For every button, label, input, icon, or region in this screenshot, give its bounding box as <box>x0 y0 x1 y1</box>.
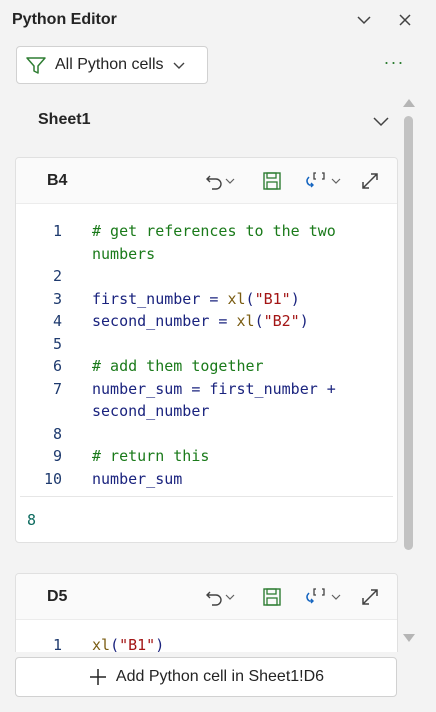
python-cell-card-b4: B4 1 # get references to the two numbers 2 3… <box>15 157 398 543</box>
save-button[interactable] <box>262 586 282 608</box>
output-divider <box>20 496 393 497</box>
code-token: ( <box>245 289 255 308</box>
code-editor[interactable]: 1 # get references to the two numbers 2 3 fir… <box>16 204 397 494</box>
python-cell-card-d5: D5 1 xl("B1") <box>15 573 398 652</box>
add-python-cell-button[interactable]: Add Python cell in Sheet1!D6 <box>15 657 397 697</box>
line-number: 9 <box>52 447 62 465</box>
save-icon <box>263 172 281 190</box>
line-number: 10 <box>43 469 62 488</box>
save-icon <box>263 588 281 606</box>
code-token: "B1" <box>119 636 156 652</box>
panel-title: Python Editor <box>12 11 117 28</box>
more-options-button[interactable]: ··· <box>380 52 408 76</box>
undo-icon <box>206 591 222 606</box>
code-line: # add them together <box>92 357 264 375</box>
code-line: xl("B1") <box>92 636 164 652</box>
chevron-down-icon <box>331 594 341 600</box>
expand-button[interactable] <box>360 170 380 192</box>
chevron-down-icon <box>357 16 371 25</box>
chevron-down-icon <box>225 178 235 184</box>
scroll-down-arrow[interactable] <box>403 634 415 642</box>
cell-reference: B4 <box>47 172 68 189</box>
filter-label: All Python cells <box>55 56 164 73</box>
undo-button[interactable] <box>204 586 236 608</box>
output-type-icon <box>306 588 325 604</box>
code-token: second_number <box>92 402 210 420</box>
code-token: ) <box>290 289 300 308</box>
code-line: first_number = xl("B1") <box>92 290 300 308</box>
close-panel-button[interactable] <box>395 10 415 30</box>
vertical-scrollbar[interactable] <box>400 96 416 652</box>
expand-icon <box>362 173 378 189</box>
code-token: "B1" <box>254 289 291 308</box>
code-token: ) <box>299 312 309 330</box>
code-token: second_number = <box>92 312 237 330</box>
chevron-down-icon <box>225 594 235 600</box>
scroll-up-arrow[interactable] <box>403 99 415 107</box>
code-token: # get references to the two <box>92 222 336 240</box>
line-number: 2 <box>52 267 62 285</box>
code-token: ) <box>155 636 165 652</box>
expand-icon <box>362 589 378 605</box>
add-python-cell-label: Add Python cell in Sheet1!D6 <box>115 668 325 685</box>
plus-icon <box>89 669 106 685</box>
line-number: 8 <box>52 424 62 443</box>
cells-scroll-area: Sheet1 B4 1 # get references to the two nu… <box>0 96 436 652</box>
line-number: 4 <box>52 312 62 330</box>
sheet-group-header[interactable]: Sheet1 <box>16 106 396 134</box>
chevron-down-icon <box>173 62 184 69</box>
code-token: number_sum <box>92 469 183 488</box>
close-icon <box>399 14 411 26</box>
expand-button[interactable] <box>360 586 380 608</box>
chevron-down-icon <box>373 117 389 127</box>
code-line: # get references to the two <box>92 222 336 240</box>
panel-header: Python Editor <box>0 0 436 40</box>
line-number: 1 <box>52 222 62 240</box>
code-token: xl <box>236 312 255 330</box>
code-line: second_number <box>92 402 209 420</box>
collapse-panel-button[interactable] <box>354 10 374 30</box>
code-line: number_sum <box>92 470 182 488</box>
cell-reference: D5 <box>47 588 68 605</box>
chevron-down-icon <box>331 178 341 184</box>
output-type-button[interactable] <box>304 170 342 192</box>
output-type-button[interactable] <box>304 586 342 608</box>
undo-button[interactable] <box>204 170 236 192</box>
code-line: numbers <box>92 245 155 263</box>
cell-result-value: 8 <box>27 511 37 529</box>
code-token: number_sum = first_number + <box>92 379 336 398</box>
code-line: number_sum = first_number + <box>92 380 336 398</box>
cell-header: B4 <box>16 158 397 204</box>
scrollbar-thumb[interactable] <box>404 116 413 550</box>
code-token: # return this <box>92 447 210 465</box>
code-token: ( <box>110 636 120 652</box>
line-number: 7 <box>52 379 62 398</box>
line-number: 1 <box>52 636 62 652</box>
save-button[interactable] <box>262 170 282 192</box>
line-number: 5 <box>52 334 62 353</box>
code-line: second_number = xl("B2") <box>92 312 309 330</box>
undo-icon <box>206 175 222 190</box>
line-number: 3 <box>52 289 62 308</box>
filter-icon <box>26 57 46 74</box>
output-type-icon <box>306 172 325 188</box>
code-token: first_number = <box>92 289 228 308</box>
code-token: # add them together <box>92 357 264 375</box>
cell-header: D5 <box>16 574 397 620</box>
cell-filter-dropdown[interactable]: All Python cells <box>16 46 208 84</box>
code-editor[interactable]: 1 xl("B1") <box>16 620 397 652</box>
code-token: xl <box>227 289 246 308</box>
code-token: xl <box>92 636 111 652</box>
code-line: # return this <box>92 447 209 465</box>
code-token: numbers <box>92 244 156 263</box>
code-token: "B2" <box>263 312 300 330</box>
code-token: ( <box>254 312 264 330</box>
sheet-name: Sheet1 <box>38 111 91 128</box>
line-number: 6 <box>52 357 62 375</box>
